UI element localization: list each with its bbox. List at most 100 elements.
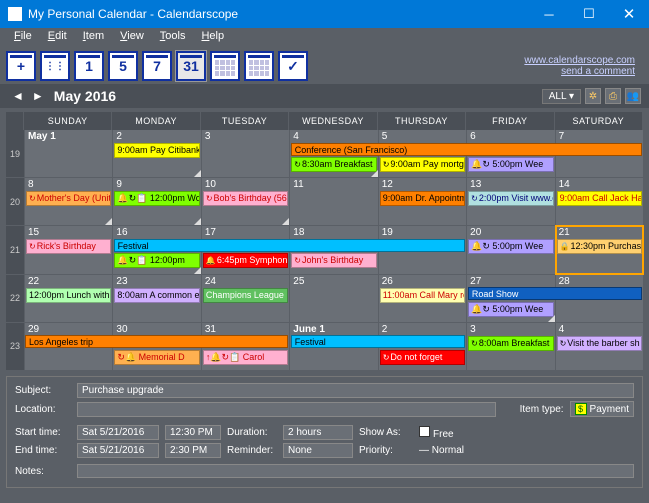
event-item[interactable]: 🔔↻📋 12:00pm bbox=[114, 253, 199, 268]
prev-month-button[interactable]: ◄ bbox=[8, 89, 28, 103]
menu-tools[interactable]: Tools bbox=[152, 28, 194, 48]
event-item[interactable]: ↻Visit the barber sh bbox=[557, 336, 642, 351]
menu-file[interactable]: File bbox=[6, 28, 40, 48]
event-item[interactable]: 🔔↻ 5:00pm Wee bbox=[468, 239, 553, 254]
toolbar-1-button[interactable]: 1 bbox=[74, 51, 104, 81]
overflow-fold-icon[interactable] bbox=[282, 218, 289, 225]
end-time-field[interactable]: 2:30 PM bbox=[165, 443, 221, 458]
location-field[interactable] bbox=[77, 402, 496, 417]
toolbar-7-button[interactable]: 7 bbox=[142, 51, 172, 81]
event-item[interactable]: 11:00am Call Mary regarding bbox=[380, 288, 465, 303]
event-item[interactable]: ↻8:00am Breakfast bbox=[468, 336, 553, 351]
spanning-event[interactable]: Los Angeles trip bbox=[25, 335, 288, 348]
comment-link[interactable]: send a comment bbox=[524, 66, 635, 77]
calendar-cell[interactable]: 2611:00am Call Mary regarding bbox=[379, 275, 466, 322]
toolbar-31-button[interactable]: 31 bbox=[176, 51, 206, 81]
toolbar-multiday-button[interactable]: ⋮⋮ bbox=[40, 51, 70, 81]
event-item[interactable]: ↻9:00am Pay mortga bbox=[380, 157, 465, 172]
calendar-cell[interactable]: May 1 bbox=[25, 130, 112, 177]
calendar-cell[interactable]: 25 bbox=[290, 275, 377, 322]
itemtype-field[interactable]: $Payment bbox=[570, 401, 634, 417]
calendar-cell[interactable]: 129:00am Dr. Appointment bbox=[379, 178, 466, 225]
event-item[interactable]: 🔔↻ 5:00pm Wee bbox=[468, 157, 553, 172]
event-item[interactable]: ↻Do not forget bbox=[380, 350, 465, 365]
overflow-fold-icon[interactable] bbox=[548, 315, 555, 322]
toolbar-grid1-button[interactable] bbox=[210, 51, 240, 81]
calendar-cell[interactable]: 10↻Bob's Birthday (56 years) bbox=[202, 178, 289, 225]
site-link[interactable]: www.calendarscope.com bbox=[524, 55, 635, 66]
people-icon[interactable]: 👥 bbox=[625, 88, 641, 104]
event-item[interactable]: 🔔↻ 5:00pm Wee bbox=[468, 302, 553, 317]
showas-field[interactable]: Free bbox=[419, 426, 454, 440]
event-item[interactable]: ↑🔔↻📋 Carol bbox=[203, 350, 288, 365]
calendar-cell[interactable]: 3 bbox=[202, 130, 289, 177]
next-month-button[interactable]: ► bbox=[28, 89, 48, 103]
calendar-cell[interactable]: 2212:00pm Lunch with Carol bbox=[25, 275, 112, 322]
calendar-cell[interactable]: 21🔒12:30pm Purchase bbox=[556, 226, 643, 273]
start-label: Start time: bbox=[15, 427, 71, 438]
event-item[interactable]: ↻8:30am Breakfast bbox=[291, 157, 376, 172]
overflow-fold-icon[interactable] bbox=[194, 267, 201, 274]
event-item[interactable]: 🔔↻📋 12:00pm Working bbox=[114, 191, 199, 206]
spanning-event[interactable]: Festival bbox=[291, 335, 465, 348]
toolbar-grid2-button[interactable] bbox=[244, 51, 274, 81]
calendar-cell[interactable]: 13↻2:00pm Visit www.dualitysoft bbox=[467, 178, 554, 225]
calendar-cell[interactable]: 3↻8:00am Breakfast bbox=[467, 323, 554, 370]
calendar-cell[interactable]: 11 bbox=[290, 178, 377, 225]
spanning-event[interactable]: Festival bbox=[114, 239, 465, 252]
overflow-fold-icon[interactable] bbox=[194, 170, 201, 177]
event-item[interactable]: ↻John's Birthday bbox=[291, 253, 376, 268]
start-time-field[interactable]: 12:30 PM bbox=[165, 425, 221, 440]
spanning-event[interactable]: Conference (San Francisco) bbox=[291, 143, 642, 156]
menu-help[interactable]: Help bbox=[193, 28, 232, 48]
menu-item[interactable]: Item bbox=[75, 28, 112, 48]
notes-field[interactable] bbox=[77, 464, 634, 478]
calendar-cell[interactable]: 4↻Visit the barber sh bbox=[556, 323, 643, 370]
event-item[interactable]: ↻Rick's Birthday bbox=[26, 239, 111, 254]
event-item[interactable]: 9:00am Dr. Appointment bbox=[380, 191, 465, 206]
location-label: Location: bbox=[15, 404, 71, 415]
calendar-cell[interactable]: 238:00am A common event bbox=[113, 275, 200, 322]
calendar-cell[interactable]: 15↻Rick's Birthday bbox=[25, 226, 112, 273]
event-item[interactable]: 9:00am Call Jack Hawkins bbox=[557, 191, 642, 206]
print-icon[interactable]: ⎙ bbox=[605, 88, 621, 104]
reminder-field[interactable]: None bbox=[283, 443, 353, 458]
calendar-cell[interactable]: 20🔔↻ 5:00pm Wee bbox=[467, 226, 554, 273]
event-item[interactable]: 🔒12:30pm Purchase bbox=[557, 239, 642, 254]
gear-icon[interactable]: ✲ bbox=[585, 88, 601, 104]
overflow-fold-icon[interactable] bbox=[371, 170, 378, 177]
duration-field[interactable]: 2 hours bbox=[283, 425, 353, 440]
subject-field[interactable]: Purchase upgrade bbox=[77, 383, 634, 398]
filter-all-button[interactable]: ALL ▾ bbox=[542, 89, 581, 104]
overflow-fold-icon[interactable] bbox=[194, 218, 201, 225]
toolbar-day-plus-button[interactable]: + bbox=[6, 51, 36, 81]
event-item[interactable]: 🔔6:45pm Symphony bbox=[203, 253, 288, 268]
event-item[interactable]: 9:00am Pay Citibank bbox=[114, 143, 199, 158]
event-item[interactable]: ↻Bob's Birthday (56 years) bbox=[203, 191, 288, 206]
event-item[interactable]: 12:00pm Lunch with Carol bbox=[26, 288, 111, 303]
calendar-cell[interactable]: 8↻Mother's Day (United States) bbox=[25, 178, 112, 225]
priority-field[interactable]: — Normal bbox=[419, 445, 464, 456]
maximize-button[interactable]: ☐ bbox=[569, 0, 609, 28]
overflow-fold-icon[interactable] bbox=[105, 218, 112, 225]
minimize-button[interactable]: ─ bbox=[529, 0, 569, 28]
spanning-event[interactable]: Road Show bbox=[468, 287, 642, 300]
event-item[interactable]: ↻2:00pm Visit www.dualitysoft bbox=[468, 191, 553, 206]
start-date-field[interactable]: Sat 5/21/2016 bbox=[77, 425, 159, 440]
month-title[interactable]: May 2016 bbox=[54, 88, 116, 104]
day-header: SUNDAY bbox=[24, 112, 112, 130]
calendar-cell[interactable]: 9🔔↻📋 12:00pm Working bbox=[113, 178, 200, 225]
event-item[interactable]: ↻🔔 Memorial D bbox=[114, 350, 199, 365]
close-button[interactable]: ✕ bbox=[609, 0, 649, 28]
menu-edit[interactable]: Edit bbox=[40, 28, 75, 48]
event-item[interactable]: 8:00am A common event bbox=[114, 288, 199, 303]
event-item[interactable]: ↻Mother's Day (United States) bbox=[26, 191, 111, 206]
event-item[interactable]: Champions League Final bbox=[203, 288, 288, 303]
calendar-cell[interactable]: 149:00am Call Jack Hawkins bbox=[556, 178, 643, 225]
menu-view[interactable]: View bbox=[112, 28, 152, 48]
calendar-cell[interactable]: 24Champions League Final bbox=[202, 275, 289, 322]
toolbar-5-button[interactable]: 5 bbox=[108, 51, 138, 81]
toolbar-check-button[interactable]: ✓ bbox=[278, 51, 308, 81]
calendar-cell[interactable]: 29:00am Pay Citibank bbox=[113, 130, 200, 177]
end-date-field[interactable]: Sat 5/21/2016 bbox=[77, 443, 159, 458]
